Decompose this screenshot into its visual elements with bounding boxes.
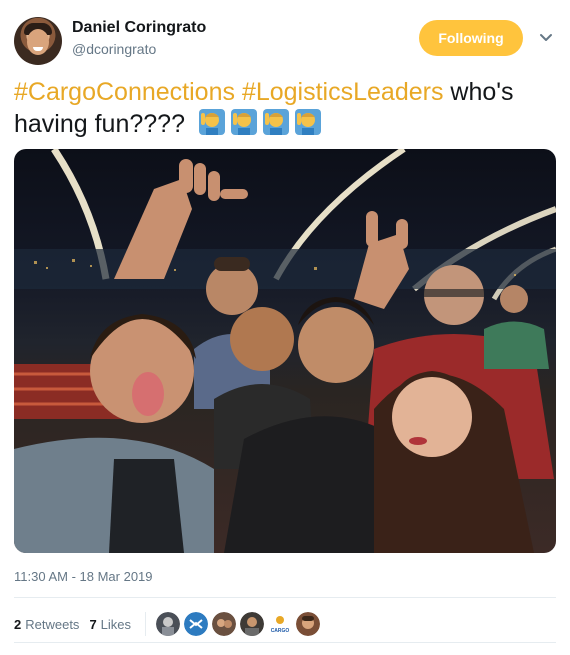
- stats-separator: [145, 612, 147, 636]
- tweet-header: Daniel Coringrato @dcoringrato Following: [14, 14, 556, 68]
- liker-avatar-1[interactable]: [156, 612, 181, 636]
- emoji-group: [198, 108, 322, 136]
- man-raising-hand-icon: [294, 109, 321, 135]
- man-raising-hand-icon: [230, 109, 257, 135]
- likes-count: 7: [89, 616, 97, 632]
- group-selfie-image: [14, 149, 556, 553]
- tweet-photo[interactable]: [14, 149, 556, 553]
- author-avatar[interactable]: [14, 17, 62, 65]
- liker-avatar-cargo[interactable]: CARGO: [268, 612, 293, 636]
- retweets-count: 2: [14, 616, 22, 632]
- liker-avatar-6[interactable]: [296, 612, 321, 636]
- cargo-logo-text: CARGO: [271, 628, 290, 634]
- following-button[interactable]: Following: [419, 20, 523, 56]
- liker-avatar-3[interactable]: [212, 612, 237, 636]
- liker-avatar-4[interactable]: [240, 612, 265, 636]
- retweets-label: Retweets: [25, 616, 80, 632]
- author-name[interactable]: Daniel Coringrato: [72, 19, 206, 37]
- liker-avatars: CARGO: [156, 612, 321, 636]
- hashtag-logisticsleaders[interactable]: #LogisticsLeaders: [242, 78, 444, 106]
- tweet-timestamp[interactable]: 11:30 AM - 18 Mar 2019: [14, 569, 153, 584]
- likes-stat[interactable]: 7 Likes: [89, 617, 131, 632]
- man-raising-hand-icon: [262, 109, 289, 135]
- divider: [14, 597, 556, 598]
- divider-bottom: [14, 642, 556, 643]
- likes-label: Likes: [100, 616, 132, 632]
- tweet-stats: 2 Retweets 7 Likes CARGO: [14, 612, 321, 636]
- hashtag-cargoconnections[interactable]: #CargoConnections: [14, 78, 235, 106]
- tweet-text: #CargoConnections #LogisticsLeaders who'…: [14, 76, 554, 140]
- retweets-stat[interactable]: 2 Retweets: [14, 617, 79, 632]
- avatar-face: [27, 29, 49, 55]
- man-raising-hand-icon: [198, 109, 225, 135]
- liker-avatar-2[interactable]: [184, 612, 209, 636]
- author-handle[interactable]: @dcoringrato: [72, 41, 156, 57]
- chevron-down-icon[interactable]: [537, 28, 555, 46]
